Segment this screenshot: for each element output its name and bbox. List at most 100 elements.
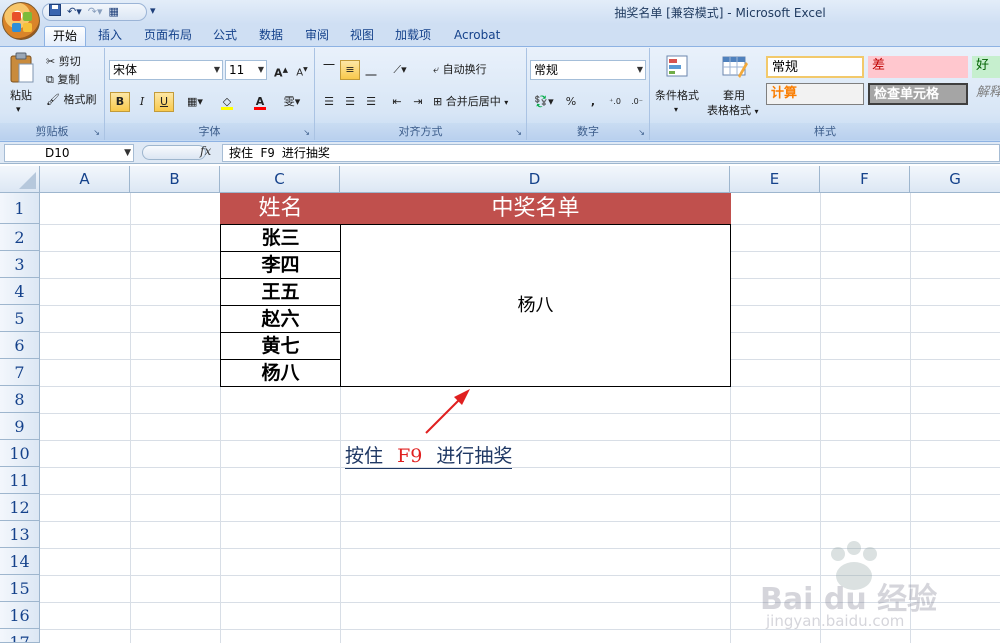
decrease-decimal-icon[interactable]: .0⁻ [627, 92, 647, 112]
tab-page-layout[interactable]: 页面布局 [136, 26, 200, 46]
tab-view[interactable]: 视图 [342, 26, 382, 46]
cell-d2-winner-merged[interactable]: 杨八 [340, 224, 731, 387]
row-header-12[interactable]: 12 [0, 494, 40, 521]
format-painter-button[interactable]: 🖌 格式刷 [46, 92, 96, 108]
column-header-e[interactable]: E [730, 166, 820, 193]
align-left-icon[interactable]: ☰ [319, 92, 339, 112]
font-size-combo[interactable]: 11 ▼ [225, 60, 267, 80]
chevron-down-icon[interactable]: ▾ [674, 102, 678, 118]
row-header-7[interactable]: 7 [0, 359, 40, 386]
column-header-f[interactable]: F [820, 166, 910, 193]
style-explanatory[interactable]: 解释 [972, 83, 1000, 105]
grow-font-icon[interactable]: A▲ [271, 60, 291, 80]
dialog-launcher-icon[interactable]: ↘ [303, 128, 310, 137]
align-center-icon[interactable]: ☰ [340, 92, 360, 112]
row-header-10[interactable]: 10 [0, 440, 40, 467]
chevron-down-icon[interactable]: ▼ [124, 145, 131, 161]
table-format-label-1[interactable]: 套用 [723, 88, 745, 104]
row-header-11[interactable]: 11 [0, 467, 40, 494]
dialog-launcher-icon[interactable]: ↘ [515, 128, 522, 137]
tab-home[interactable]: 开始 [44, 26, 87, 46]
style-good[interactable]: 好 [972, 56, 1000, 78]
style-bad[interactable]: 差 [868, 56, 968, 78]
column-header-c[interactable]: C [220, 166, 340, 193]
align-middle-icon[interactable]: ≡ [340, 60, 360, 80]
formula-input[interactable]: 按住 F9 进行抽奖 [222, 144, 1000, 162]
align-right-icon[interactable]: ☰ [361, 92, 381, 112]
paste-icon[interactable] [8, 52, 36, 86]
row-header-1[interactable]: 1 [0, 193, 40, 224]
undo-icon[interactable]: ↶▾ [67, 4, 82, 20]
name-box[interactable]: D10 ▼ [4, 144, 134, 162]
column-header-g[interactable]: G [910, 166, 1000, 193]
cell-c6[interactable]: 黄七 [220, 332, 341, 360]
cell-d10-instruction[interactable]: 按住 F9 进行抽奖 [345, 444, 513, 469]
cut-button[interactable]: ✂ 剪切 [46, 54, 81, 70]
paste-button[interactable]: 粘贴 [10, 88, 32, 104]
row-header-15[interactable]: 15 [0, 575, 40, 602]
align-bottom-icon[interactable]: ⎽ [361, 60, 381, 80]
cell-c2[interactable]: 张三 [220, 224, 341, 252]
cell-d1-header-winner[interactable]: 中奖名单 [340, 193, 731, 224]
cell-c4[interactable]: 王五 [220, 278, 341, 306]
align-top-icon[interactable]: ⎺ [319, 60, 339, 80]
font-name-combo[interactable]: 宋体 ▼ [109, 60, 223, 80]
tab-addins[interactable]: 加载项 [387, 26, 439, 46]
bold-button[interactable]: B [110, 92, 130, 112]
paste-dropdown-icon[interactable]: ▾ [16, 102, 21, 118]
row-header-13[interactable]: 13 [0, 521, 40, 548]
border-icon[interactable]: ▦▾ [185, 92, 205, 112]
currency-icon[interactable]: 💱▾ [530, 92, 558, 112]
row-header-3[interactable]: 3 [0, 251, 40, 278]
percent-icon[interactable]: % [561, 92, 581, 112]
insert-function-icon[interactable]: fx [200, 144, 211, 158]
increase-indent-icon[interactable]: ⇥ [408, 92, 428, 112]
row-header-5[interactable]: 5 [0, 305, 40, 332]
office-button[interactable] [2, 2, 40, 40]
merge-center-button[interactable]: ⊞ 合并后居中 ▾ [433, 94, 508, 111]
column-header-b[interactable]: B [130, 166, 220, 193]
tab-formulas[interactable]: 公式 [205, 26, 245, 46]
style-calculation[interactable]: 计算 [766, 83, 864, 105]
row-header-8[interactable]: 8 [0, 386, 40, 413]
row-header-6[interactable]: 6 [0, 332, 40, 359]
row-header-17[interactable]: 17 [0, 629, 40, 643]
save-icon[interactable] [49, 3, 61, 21]
font-color-icon[interactable]: A [250, 92, 270, 112]
select-all-corner[interactable] [0, 166, 40, 193]
row-header-2[interactable]: 2 [0, 224, 40, 251]
orientation-icon[interactable]: ⟋▾ [387, 60, 413, 80]
print-preview-icon[interactable]: ▦ [109, 4, 119, 20]
row-header-9[interactable]: 9 [0, 413, 40, 440]
table-format-button[interactable]: 表格格式 ▾ [707, 103, 759, 120]
increase-decimal-icon[interactable]: ⁺.0 [605, 92, 625, 112]
italic-button[interactable]: I [132, 92, 152, 112]
cell-c3[interactable]: 李四 [220, 251, 341, 279]
column-header-d[interactable]: D [340, 166, 730, 193]
formula-toggle-icon[interactable] [142, 145, 206, 160]
column-header-a[interactable]: A [40, 166, 130, 193]
wrap-text-button[interactable]: ⤶ 自动换行 [433, 62, 487, 78]
tab-insert[interactable]: 插入 [90, 26, 130, 46]
style-check-cell[interactable]: 检查单元格 [868, 83, 968, 105]
phonetic-icon[interactable]: 雯▾ [282, 92, 302, 112]
copy-button[interactable]: ⧉ 复制 [46, 72, 79, 88]
tab-acrobat[interactable]: Acrobat [446, 26, 508, 46]
dialog-launcher-icon[interactable]: ↘ [93, 128, 100, 137]
redo-icon[interactable]: ↷▾ [88, 4, 103, 20]
style-normal[interactable]: 常规 [766, 56, 864, 78]
table-format-icon[interactable] [722, 54, 748, 80]
conditional-format-icon[interactable] [666, 54, 692, 80]
shrink-font-icon[interactable]: A▼ [292, 60, 312, 80]
dialog-launcher-icon[interactable]: ↘ [638, 128, 645, 137]
row-header-4[interactable]: 4 [0, 278, 40, 305]
row-header-14[interactable]: 14 [0, 548, 40, 575]
cell-c1-header-name[interactable]: 姓名 [220, 193, 341, 224]
decrease-indent-icon[interactable]: ⇤ [387, 92, 407, 112]
cell-c5[interactable]: 赵六 [220, 305, 341, 333]
tab-review[interactable]: 审阅 [297, 26, 337, 46]
underline-button[interactable]: U [154, 92, 174, 112]
fill-color-icon[interactable]: ◇ [217, 92, 237, 112]
number-format-combo[interactable]: 常规 ▼ [530, 60, 646, 80]
cell-c7[interactable]: 杨八 [220, 359, 341, 387]
